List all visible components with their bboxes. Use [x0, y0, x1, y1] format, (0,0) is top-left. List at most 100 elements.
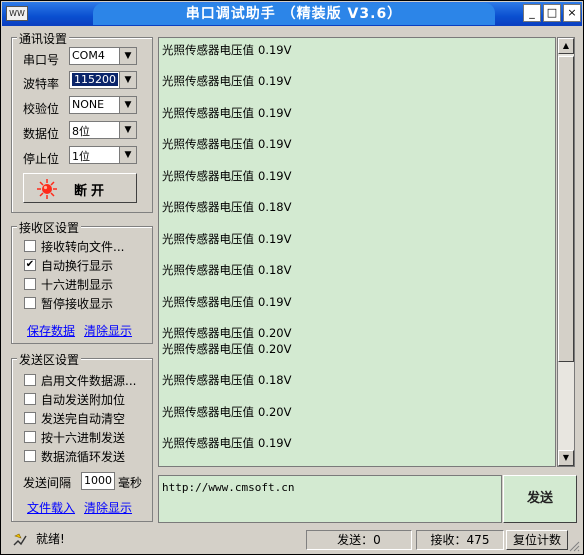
- checkbox[interactable]: [24, 393, 36, 405]
- receive-option-label: 暂停接收显示: [41, 297, 114, 311]
- receive-scrollbar[interactable]: ▲ ▼: [557, 37, 575, 467]
- receive-line-value: 0.19V: [258, 74, 292, 88]
- status-panel-main: 就绪!: [6, 530, 302, 550]
- reset-count-button[interactable]: 复位计数: [506, 530, 568, 550]
- checkbox[interactable]: [24, 297, 36, 309]
- checkbox[interactable]: [24, 240, 36, 252]
- receive-line: 光照传感器电压值 0.19V: [162, 42, 291, 58]
- receive-line: 光照传感器电压值 0.18V: [162, 372, 291, 388]
- receive-line-value: 0.20V: [258, 342, 292, 356]
- receive-line: 光照传感器电压值 0.19V: [162, 435, 291, 451]
- minimize-button[interactable]: _: [523, 4, 541, 22]
- checkbox[interactable]: [24, 450, 36, 462]
- maximize-button[interactable]: □: [543, 4, 561, 22]
- receive-line-value: 0.19V: [258, 43, 292, 57]
- close-button[interactable]: ×: [563, 4, 581, 22]
- parity-label: 校验位: [23, 102, 60, 116]
- send-button[interactable]: 发送: [503, 475, 577, 523]
- send-text-input[interactable]: http://www.cmsoft.cn: [158, 475, 502, 523]
- receive-line-text: 光照传感器电压值: [162, 342, 254, 356]
- resize-grip-icon[interactable]: [568, 540, 580, 552]
- receive-line: 光照传感器电压值 0.18V: [162, 199, 291, 215]
- port-label: 串口号: [23, 53, 60, 67]
- receive-line-value: 0.20V: [258, 405, 292, 419]
- baud-value: 115200: [72, 73, 118, 86]
- send-option-label: 启用文件数据源...: [41, 374, 137, 388]
- chevron-down-icon[interactable]: ▼: [119, 97, 136, 113]
- baud-select[interactable]: 115200 ▼: [69, 71, 137, 89]
- chevron-down-icon[interactable]: ▼: [119, 72, 136, 88]
- receive-line-text: 光照传感器电压值: [162, 326, 254, 340]
- received-count: 接收：475: [416, 530, 504, 550]
- scroll-thumb[interactable]: [558, 56, 574, 362]
- receive-line-value: 0.19V: [258, 106, 292, 120]
- data-bits-label: 数据位: [23, 127, 60, 141]
- receive-line-value: 0.19V: [258, 436, 292, 450]
- baud-label: 波特率: [23, 77, 60, 91]
- receive-line-text: 光照传感器电压值: [162, 200, 254, 214]
- checkbox[interactable]: [24, 431, 36, 443]
- checkbox[interactable]: [24, 374, 36, 386]
- checkbox[interactable]: [24, 278, 36, 290]
- parity-value: NONE: [72, 98, 105, 111]
- receive-line-text: 光照传感器电压值: [162, 436, 254, 450]
- status-bar: 就绪! 发送：0 接收：475 复位计数: [2, 528, 582, 554]
- data-bits-select[interactable]: 8位 ▼: [69, 121, 137, 139]
- chevron-down-icon[interactable]: ▼: [119, 147, 136, 163]
- parity-select[interactable]: NONE ▼: [69, 96, 137, 114]
- save-data-link[interactable]: 保存数据: [27, 322, 75, 339]
- receive-line: 光照传感器电压值 0.20V: [162, 325, 291, 341]
- clear-receive-link[interactable]: 清除显示: [84, 322, 132, 339]
- receive-line-value: 0.19V: [258, 169, 292, 183]
- send-interval-label: 发送间隔: [23, 476, 72, 490]
- clear-send-link[interactable]: 清除显示: [84, 499, 132, 516]
- window-title: 串口调试助手 （精装版 V3.6）: [185, 6, 403, 22]
- receive-line-text: 光照传感器电压值: [162, 43, 254, 57]
- send-option-label: 按十六进制发送: [41, 431, 126, 445]
- send-option-label: 自动发送附加位: [41, 393, 126, 407]
- send-settings-title: 发送区设置: [17, 351, 82, 368]
- receive-line-text: 光照传感器电压值: [162, 74, 254, 88]
- receive-line-value: 0.18V: [258, 373, 292, 387]
- receive-line: 光照传感器电压值 0.19V: [162, 136, 291, 152]
- app-icon[interactable]: WW: [6, 6, 28, 21]
- receive-line: 光照传感器电压值 0.19V: [162, 294, 291, 310]
- receive-line: 光照传感器电压值 0.20V: [162, 341, 291, 357]
- receive-line-value: 0.19V: [258, 295, 292, 309]
- scroll-up-icon[interactable]: ▲: [558, 38, 574, 54]
- receive-line-value: 0.19V: [258, 137, 292, 151]
- chevron-down-icon[interactable]: ▼: [119, 48, 136, 64]
- checkbox[interactable]: ✔: [24, 259, 36, 271]
- load-file-link[interactable]: 文件载入: [27, 499, 75, 516]
- stop-bits-select[interactable]: 1位 ▼: [69, 146, 137, 164]
- disconnect-button[interactable]: 断开: [23, 173, 137, 203]
- scroll-down-icon[interactable]: ▼: [558, 450, 574, 466]
- receive-line-text: 光照传感器电压值: [162, 405, 254, 419]
- receive-line: 光照传感器电压值 0.19V: [162, 168, 291, 184]
- sent-count: 发送：0: [306, 530, 412, 550]
- receive-settings-title: 接收区设置: [17, 219, 82, 236]
- send-text-value: http://www.cmsoft.cn: [162, 481, 295, 494]
- receive-line-value: 0.19V: [258, 232, 292, 246]
- receive-line: 光照传感器电压值 0.20V: [162, 404, 291, 420]
- receive-line-text: 光照传感器电压值: [162, 232, 254, 246]
- chevron-down-icon[interactable]: ▼: [119, 122, 136, 138]
- checkbox[interactable]: [24, 412, 36, 424]
- stop-bits-label: 停止位: [23, 152, 60, 166]
- app-window: WW 串口调试助手 （精装版 V3.6） _ □ × 通讯设置 串口号 COM4…: [0, 0, 584, 555]
- receive-line: 光照传感器电压值 0.19V: [162, 73, 291, 89]
- receive-line-text: 光照传感器电压值: [162, 106, 254, 120]
- receive-line: 光照传感器电压值 0.19V: [162, 105, 291, 121]
- receive-option-label: 接收转向文件...: [41, 240, 125, 254]
- send-interval-input[interactable]: 1000: [81, 472, 115, 490]
- data-bits-value: 8位: [72, 125, 90, 138]
- port-value: COM4: [72, 49, 105, 62]
- status-text: 就绪!: [36, 532, 65, 546]
- receive-line-value: 0.18V: [258, 200, 292, 214]
- receive-option-label: 自动换行显示: [41, 259, 114, 273]
- send-interval-unit: 毫秒: [118, 476, 143, 490]
- port-select[interactable]: COM4 ▼: [69, 47, 137, 65]
- receive-line-text: 光照传感器电压值: [162, 373, 254, 387]
- receive-text-area[interactable]: 光照传感器电压值 0.19V 光照传感器电压值 0.19V 光照传感器电压值 0.19V 光…: [158, 37, 556, 467]
- disconnect-label: 断开: [74, 184, 109, 199]
